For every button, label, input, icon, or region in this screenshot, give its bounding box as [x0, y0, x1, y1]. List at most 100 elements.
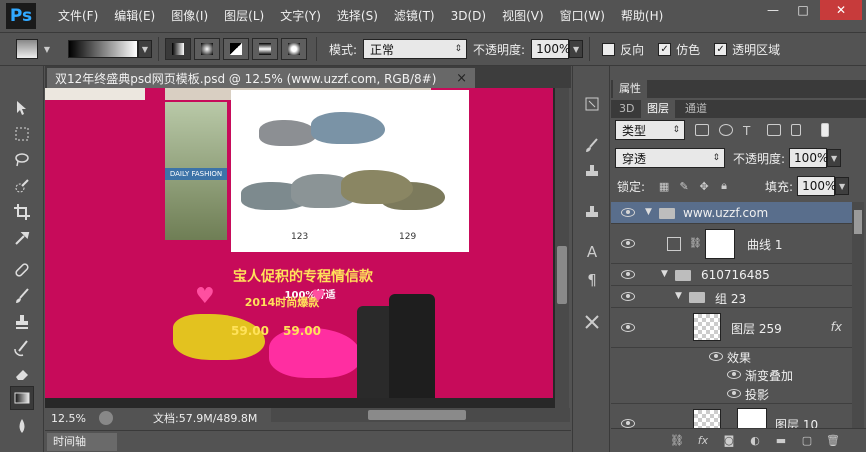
timeline-tab[interactable]: 时间轴	[47, 433, 117, 451]
character-panel-icon[interactable]: A	[582, 242, 602, 262]
lock-transparent-icon[interactable]: ▦	[657, 179, 671, 193]
scroll-thumb[interactable]	[557, 246, 567, 304]
visibility-eye-icon[interactable]	[709, 352, 723, 361]
gradient-tool-icon[interactable]	[10, 386, 34, 410]
brush-panel-icon[interactable]	[582, 136, 602, 156]
link-layers-icon[interactable]: ⛓︎	[670, 434, 684, 447]
dither-checkbox[interactable]: ✓ 仿色	[658, 41, 700, 58]
zoom-level[interactable]: 12.5%	[51, 412, 95, 425]
menu-filter[interactable]: 滤镜(T)	[386, 0, 443, 32]
menu-type[interactable]: 文字(Y)	[272, 0, 329, 32]
add-mask-icon[interactable]: ◙	[722, 434, 736, 447]
angle-gradient-button[interactable]	[223, 38, 249, 60]
linear-gradient-button[interactable]	[165, 38, 191, 60]
effects-row[interactable]: 效果	[611, 348, 852, 366]
opacity-dropdown-icon[interactable]: ▼	[569, 40, 584, 58]
type-filter-icon[interactable]: T	[743, 124, 757, 138]
add-style-icon[interactable]: fx	[696, 434, 710, 447]
fill-dropdown-icon[interactable]: ▼	[835, 177, 850, 195]
close-button[interactable]: ✕	[820, 0, 862, 20]
tab-3d[interactable]: 3D	[613, 100, 640, 118]
reverse-checkbox[interactable]: 反向	[602, 41, 644, 58]
effect-row[interactable]: 投影	[611, 384, 852, 404]
tools-panel-icon[interactable]	[582, 312, 602, 332]
lock-all-icon[interactable]: 🔒︎	[717, 179, 731, 193]
collapse-arrow-icon[interactable]: ▼	[661, 269, 668, 279]
layers-scrollbar[interactable]	[852, 202, 864, 428]
menu-file[interactable]: 文件(F)	[50, 0, 106, 32]
mode-select[interactable]: 正常 ⇕	[363, 39, 468, 59]
visibility-eye-icon[interactable]	[727, 370, 741, 379]
smart-object-filter-icon[interactable]	[791, 124, 801, 136]
fill-input[interactable]: 100%	[797, 176, 836, 196]
lock-pixels-icon[interactable]: ✎	[677, 179, 691, 193]
visibility-eye-icon[interactable]	[621, 270, 635, 279]
canvas-area[interactable]: DAILY FASHION 123 129 宝人促积的专程情信款 100%舒适 …	[45, 88, 555, 408]
menu-image[interactable]: 图像(I)	[163, 0, 216, 32]
clone-source-panel-icon[interactable]	[582, 162, 602, 182]
menu-layer[interactable]: 图层(L)	[216, 0, 272, 32]
menu-view[interactable]: 视图(V)	[494, 0, 552, 32]
visibility-eye-icon[interactable]	[621, 292, 635, 301]
close-tab-icon[interactable]: ×	[456, 71, 467, 86]
layer-opacity-input[interactable]: 100%	[789, 148, 828, 168]
radial-gradient-button[interactable]	[194, 38, 220, 60]
history-panel-icon[interactable]	[582, 94, 602, 114]
visibility-eye-icon[interactable]	[621, 208, 635, 217]
layer-row[interactable]: ▼ 610716485	[611, 264, 852, 286]
new-group-icon[interactable]: ▬	[774, 434, 788, 447]
visibility-eye-icon[interactable]	[621, 239, 635, 248]
visibility-eye-icon[interactable]	[727, 389, 741, 398]
brush-tool-icon[interactable]	[10, 284, 34, 308]
diamond-gradient-button[interactable]	[281, 38, 307, 60]
scroll-thumb[interactable]	[368, 410, 466, 420]
layer-opacity-dropdown-icon[interactable]: ▼	[827, 149, 842, 167]
minimize-button[interactable]: —	[760, 0, 786, 20]
eyedropper-tool-icon[interactable]	[10, 226, 34, 250]
delete-layer-icon[interactable]: 🗑︎	[826, 434, 840, 447]
history-brush-tool-icon[interactable]	[10, 336, 34, 360]
scroll-thumb[interactable]	[854, 210, 862, 234]
tool-preset-picker[interactable]	[16, 39, 38, 59]
menu-3d[interactable]: 3D(D)	[443, 0, 494, 32]
collapse-arrow-icon[interactable]: ▼	[645, 207, 652, 217]
reflected-gradient-button[interactable]	[252, 38, 278, 60]
eraser-tool-icon[interactable]	[10, 362, 34, 386]
visibility-eye-icon[interactable]	[621, 323, 635, 332]
quick-selection-tool-icon[interactable]	[10, 174, 34, 198]
move-tool-icon[interactable]	[10, 96, 34, 120]
layer-row[interactable]: 图层 10	[611, 404, 852, 428]
properties-tab[interactable]: 属性	[613, 80, 647, 98]
visibility-eye-icon[interactable]	[621, 419, 635, 428]
layer-filter-select[interactable]: 类型 ⇕	[615, 120, 685, 140]
adjustment-layer-icon[interactable]: ◐	[748, 434, 762, 447]
transparency-checkbox[interactable]: ✓ 透明区域	[714, 41, 780, 58]
shape-filter-icon[interactable]	[767, 124, 781, 136]
menu-help[interactable]: 帮助(H)	[613, 0, 671, 32]
gradient-preview[interactable]	[68, 40, 138, 58]
paragraph-panel-icon[interactable]: ¶	[582, 270, 602, 290]
marquee-tool-icon[interactable]	[10, 122, 34, 146]
lock-position-icon[interactable]: ✥	[697, 179, 711, 193]
lasso-tool-icon[interactable]	[10, 148, 34, 172]
menu-select[interactable]: 选择(S)	[329, 0, 386, 32]
maximize-button[interactable]: □	[790, 0, 816, 20]
tool-presets-panel-icon[interactable]	[582, 202, 602, 222]
layer-row[interactable]: ⛓︎ 曲线 1	[611, 224, 852, 264]
gradient-dropdown-icon[interactable]: ▼	[138, 40, 152, 58]
menu-edit[interactable]: 编辑(E)	[106, 0, 163, 32]
adjustment-filter-icon[interactable]	[719, 124, 733, 136]
layer-row[interactable]: ▼ 组 23	[611, 286, 852, 308]
vertical-scrollbar[interactable]	[555, 88, 569, 408]
tab-layers[interactable]: 图层	[641, 100, 675, 118]
menu-window[interactable]: 窗口(W)	[552, 0, 613, 32]
tab-channels[interactable]: 通道	[679, 100, 713, 118]
horizontal-scrollbar[interactable]	[270, 408, 570, 422]
blend-mode-select[interactable]: 穿透 ⇕	[615, 148, 725, 168]
layer-row[interactable]: 图层 259 fx	[611, 308, 852, 348]
fx-icon[interactable]: fx	[831, 320, 842, 334]
filter-toggle-icon[interactable]	[821, 123, 829, 137]
effect-row[interactable]: 渐变叠加	[611, 366, 852, 384]
image-filter-icon[interactable]	[695, 124, 709, 136]
layer-row[interactable]: ▼ www.uzzf.com	[611, 202, 852, 224]
